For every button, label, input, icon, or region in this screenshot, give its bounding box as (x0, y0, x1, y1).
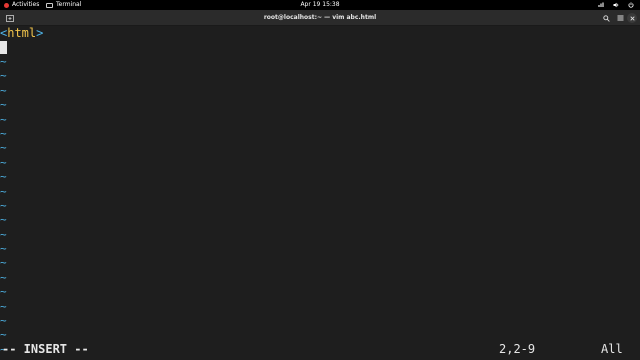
mode-indicator: -- INSERT -- (2, 342, 89, 356)
cursor-position: 2,2-9 (499, 342, 536, 356)
window-header-bar: root@localhost:~ — vim abc.html (0, 10, 640, 26)
empty-line-tilde: ~ (0, 227, 7, 241)
empty-line-tilde: ~ (0, 213, 7, 227)
text-cursor (0, 41, 7, 54)
vim-status-line: -- INSERT -- 2,2-9 All (0, 341, 640, 357)
empty-line-tilde: ~ (0, 69, 7, 83)
empty-line-tilde: ~ (0, 112, 7, 126)
editor-line-1: <html> (0, 26, 43, 40)
close-icon (629, 15, 635, 21)
empty-line-tilde: ~ (0, 98, 7, 112)
terminal-view[interactable]: <html> ~ ~ ~ ~ ~ ~ ~ ~ ~ ~ ~ ~ ~ ~ ~ ~ ~ ~ ~ ~ ~ -- INSERT -… (0, 26, 640, 360)
search-button[interactable] (601, 13, 611, 23)
system-status-area[interactable] (598, 0, 634, 10)
empty-line-tilde: ~ (0, 184, 7, 198)
empty-line-tilde: ~ (0, 242, 7, 256)
tag-name: html (7, 26, 37, 40)
volume-icon (613, 2, 619, 8)
empty-line-tilde: ~ (0, 314, 7, 328)
empty-line-tilde: ~ (0, 126, 7, 140)
empty-line-tilde: ~ (0, 141, 7, 155)
window-title: root@localhost:~ — vim abc.html (263, 14, 377, 21)
empty-line-markers: ~ ~ ~ ~ ~ ~ ~ ~ ~ ~ ~ ~ ~ ~ ~ ~ ~ ~ ~ ~ ~ (0, 55, 7, 357)
scroll-position: All (601, 342, 623, 356)
empty-line-tilde: ~ (0, 198, 7, 212)
empty-line-tilde: ~ (0, 55, 7, 68)
close-button[interactable] (627, 13, 637, 23)
empty-line-tilde: ~ (0, 256, 7, 270)
network-icon (598, 2, 604, 8)
empty-line-tilde: ~ (0, 270, 7, 284)
clock[interactable]: Apr 19 15:38 (0, 0, 640, 10)
hamburger-menu-icon (617, 15, 623, 21)
menu-button[interactable] (615, 13, 625, 23)
empty-line-tilde: ~ (0, 170, 7, 184)
top-bar: Activities Terminal Apr 19 15:38 (0, 0, 640, 10)
tag-close-bracket: > (36, 26, 44, 40)
empty-line-tilde: ~ (0, 299, 7, 313)
empty-line-tilde: ~ (0, 285, 7, 299)
empty-line-tilde: ~ (0, 83, 7, 97)
search-icon (602, 14, 610, 22)
power-icon (628, 2, 634, 8)
empty-line-tilde: ~ (0, 155, 7, 169)
